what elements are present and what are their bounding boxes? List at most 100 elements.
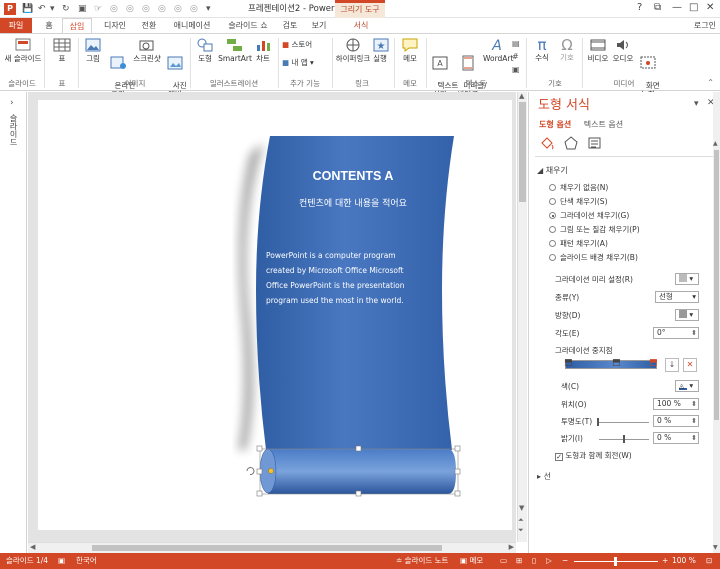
date-time-icon[interactable]: ▤ <box>512 39 520 48</box>
undo-icon[interactable]: ↶ <box>38 3 46 15</box>
spell-check-icon[interactable]: ▣ <box>58 553 65 569</box>
radio-pattern-fill[interactable]: 패턴 채우기(A) <box>549 239 608 249</box>
tab-shape-options[interactable]: 도형 옵션 <box>539 120 571 130</box>
adjust-handle[interactable] <box>268 468 274 474</box>
zoom-level[interactable]: 100 % <box>672 553 696 569</box>
slide-canvas[interactable]: CONTENTS A 컨텐츠에 대한 내용을 적어요 PowerPoint is… <box>38 100 512 530</box>
object-icon[interactable]: ▣ <box>512 65 520 74</box>
smartart-button[interactable]: SmartArt <box>218 37 252 63</box>
expand-thumbnails-icon[interactable]: › <box>10 98 14 108</box>
radio-gradient-fill[interactable]: 그라데이션 채우기(G) <box>549 211 629 221</box>
my-apps-button[interactable]: ■ 내 앱 ▾ <box>282 58 314 68</box>
collapse-ribbon-icon[interactable]: ⌃ <box>707 78 714 87</box>
help-icon[interactable]: ? <box>637 2 642 14</box>
tab-format[interactable]: 서식 <box>343 18 379 33</box>
position-spinner[interactable]: 100 % <box>653 398 699 410</box>
gradient-type-dropdown[interactable]: 선형 ▾ <box>655 291 699 303</box>
remove-stop-icon[interactable]: ✕ <box>683 358 697 372</box>
transparency-slider-thumb[interactable] <box>597 418 599 426</box>
tab-text-options[interactable]: 텍스트 옵션 <box>584 120 623 130</box>
vertical-scroll-thumb[interactable] <box>519 102 526 202</box>
action-button[interactable]: ★ 실행 <box>372 37 389 63</box>
qat-icon[interactable]: ◎ <box>142 3 150 15</box>
comments-button[interactable]: ▣ 메모 <box>460 553 483 569</box>
chart-button[interactable]: 차트 <box>253 37 273 63</box>
gradient-stops-bar[interactable] <box>565 360 657 369</box>
tab-transitions[interactable]: 전환 <box>136 18 162 33</box>
tab-home[interactable]: 홈 <box>38 18 60 33</box>
pane-scroll-thumb[interactable] <box>714 150 719 420</box>
add-stop-icon[interactable]: ↓ <box>665 358 679 372</box>
qat-icon[interactable]: ◎ <box>110 3 118 15</box>
redo-icon[interactable]: ↻ <box>62 3 70 15</box>
new-slide-button[interactable]: 새 슬라이드 <box>4 37 42 63</box>
horizontal-scrollbar[interactable]: ◀ ▶ <box>28 542 516 553</box>
pane-scrollbar[interactable]: ▲ ▼ <box>713 92 720 553</box>
fill-section-header[interactable]: ◢ 채우기 <box>537 166 568 176</box>
rotate-with-shape-checkbox[interactable]: ✓ 도형과 함께 회전(W) <box>555 451 632 461</box>
slide-number-icon[interactable]: # <box>512 52 519 61</box>
hyperlink-button[interactable]: 하이퍼링크 <box>334 37 372 63</box>
language-status[interactable]: 한국어 <box>76 553 97 569</box>
symbol-button[interactable]: Ω 기호 <box>556 37 578 62</box>
scroll-left-icon[interactable]: ◀ <box>30 543 35 551</box>
zoom-in-icon[interactable]: + <box>662 553 668 569</box>
undo-dropdown-icon[interactable]: ▾ <box>50 3 55 15</box>
pane-options-icon[interactable]: ▾ <box>694 99 699 109</box>
slide-sorter-icon[interactable]: ⊞ <box>516 553 522 569</box>
transparency-slider[interactable] <box>599 422 649 423</box>
gradient-stop-handle[interactable]: ⬒ <box>564 358 573 368</box>
touch-mode-icon[interactable]: ☞ <box>94 3 102 15</box>
slide-subtitle[interactable]: 컨텐츠에 대한 내용을 적어요 <box>258 198 448 210</box>
direction-dropdown[interactable]: ▾ <box>675 309 699 321</box>
radio-slide-background-fill[interactable]: 슬라이드 배경 채우기(B) <box>549 253 638 263</box>
comment-button[interactable]: 메모 <box>398 37 422 63</box>
tab-view[interactable]: 보기 <box>306 18 332 33</box>
brightness-spinner[interactable]: 0 % <box>653 432 699 444</box>
sign-in-link[interactable]: 로그인 <box>694 19 716 32</box>
scroll-roll[interactable] <box>268 449 456 494</box>
slide-number-status[interactable]: 슬라이드 1/4 <box>6 553 48 569</box>
slide-body-text[interactable]: PowerPoint is a computer program created… <box>266 248 452 308</box>
notes-button[interactable]: ≐ 슬라이드 노트 <box>396 553 448 569</box>
ribbon-display-options-icon[interactable]: ⧉ <box>654 2 661 14</box>
normal-view-icon[interactable]: ▭ <box>500 553 507 569</box>
customize-qat-icon[interactable]: ▾ <box>206 3 211 15</box>
scroll-right-icon[interactable]: ▶ <box>509 543 514 551</box>
zoom-slider-thumb[interactable] <box>614 557 617 566</box>
tab-file[interactable]: 파일 <box>0 18 32 33</box>
vertical-scrollbar[interactable]: ▲ ▼ ⏶ ⏷ <box>517 92 527 542</box>
picture-button[interactable]: 그림 <box>82 37 104 63</box>
audio-button[interactable]: 오디오 <box>611 37 635 63</box>
qat-icon[interactable]: ◎ <box>190 3 198 15</box>
radio-picture-texture-fill[interactable]: 그림 또는 질감 채우기(P) <box>549 225 640 235</box>
scroll-down-icon[interactable]: ▼ <box>519 504 524 512</box>
tab-animations[interactable]: 애니메이션 <box>166 18 218 33</box>
presentation-start-icon[interactable]: ▣ <box>78 3 87 15</box>
text-small-buttons[interactable]: ▤ # ▣ <box>512 37 522 76</box>
previous-slide-icon[interactable]: ⏶ <box>518 516 524 525</box>
video-button[interactable]: 비디오 <box>586 37 610 63</box>
effects-pentagon-icon[interactable] <box>563 136 579 150</box>
tab-slideshow[interactable]: 슬라이드 쇼 <box>222 18 274 33</box>
wordart-button[interactable]: A WordArt <box>483 37 513 63</box>
qat-icon[interactable]: ◎ <box>174 3 182 15</box>
size-properties-icon[interactable] <box>587 136 603 150</box>
tab-design[interactable]: 디자인 <box>96 18 134 33</box>
zoom-out-icon[interactable]: − <box>562 553 568 569</box>
transparency-spinner[interactable]: 0 % <box>653 415 699 427</box>
rotate-handle-icon[interactable] <box>246 467 255 475</box>
gradient-stop-handle[interactable]: ⬒ <box>612 358 621 368</box>
brightness-slider-thumb[interactable] <box>623 435 625 443</box>
radio-solid-fill[interactable]: 단색 채우기(S) <box>549 197 608 207</box>
preset-gradients-dropdown[interactable]: ▾ <box>675 273 699 285</box>
screenshot-button[interactable]: 스크린샷 <box>133 37 161 63</box>
line-section-header[interactable]: ▸ 선 <box>537 472 551 482</box>
table-button[interactable]: 표 <box>50 37 74 63</box>
qat-icon[interactable]: ◎ <box>126 3 134 15</box>
tab-insert[interactable]: 삽입 <box>62 18 92 33</box>
gradient-stop-handle-selected[interactable]: ⬒ <box>649 358 658 368</box>
qat-icon[interactable]: ◎ <box>158 3 166 15</box>
save-icon[interactable]: 💾 <box>22 3 33 15</box>
pane-scroll-down-icon[interactable]: ▼ <box>713 544 718 551</box>
